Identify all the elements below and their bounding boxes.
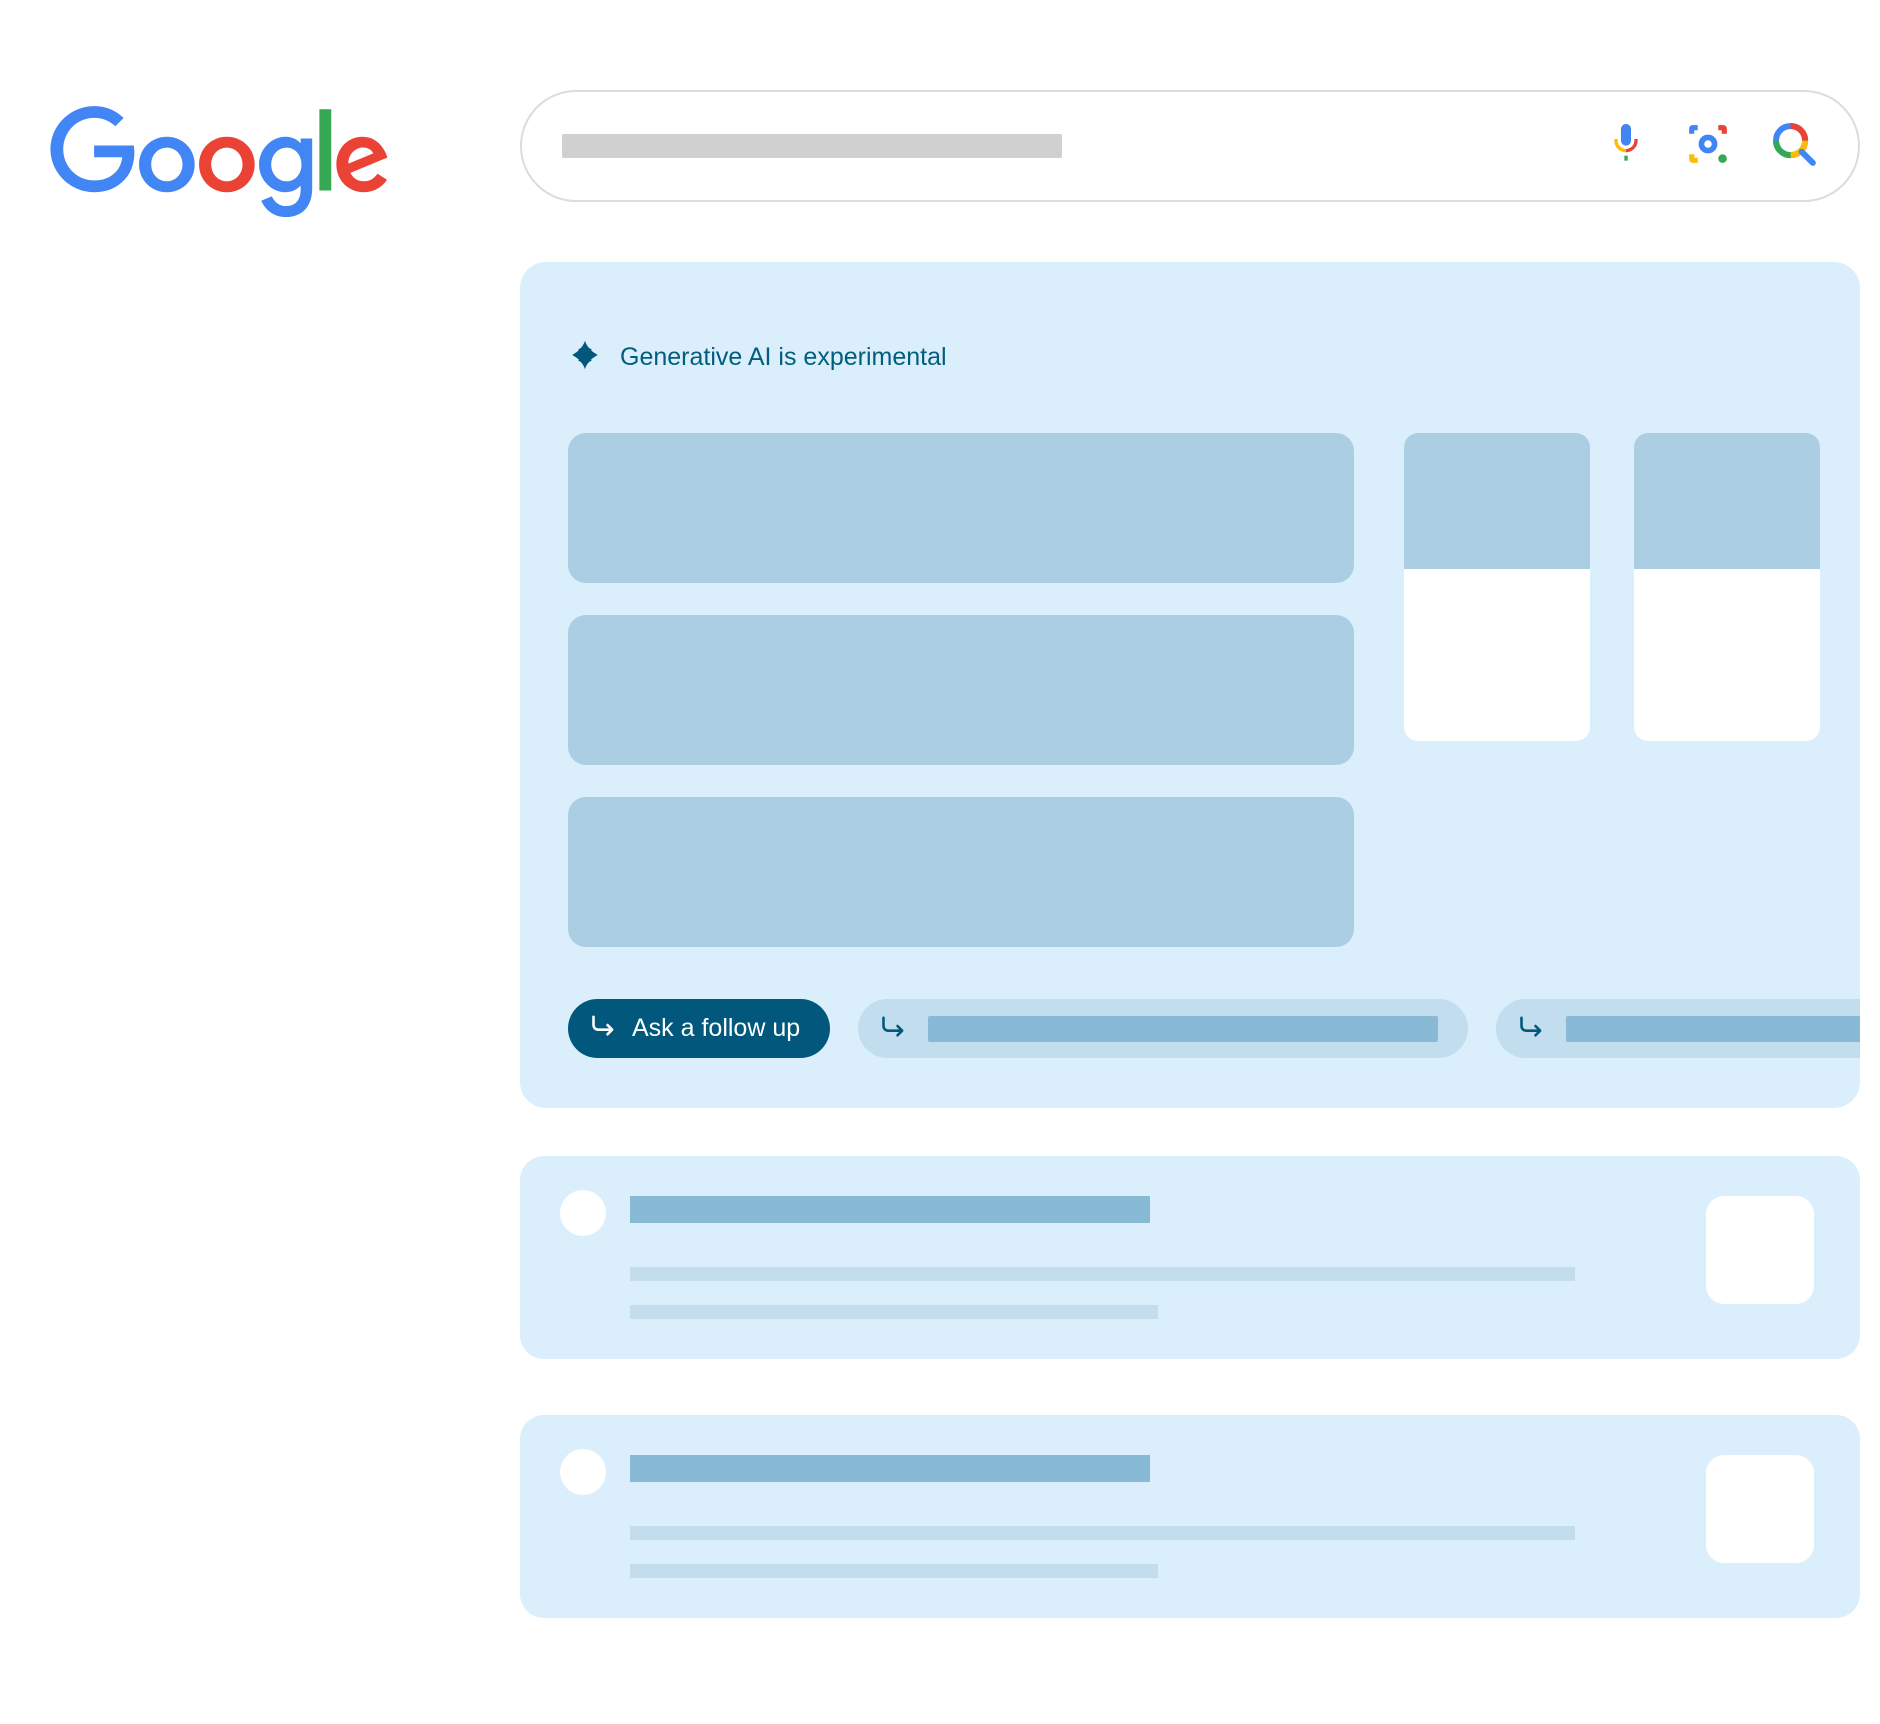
result-thumbnail bbox=[1706, 1196, 1814, 1304]
ai-text-block bbox=[568, 615, 1354, 765]
result-snippet-line bbox=[630, 1564, 1158, 1578]
search-result[interactable] bbox=[520, 1415, 1860, 1618]
ai-badge-label: Generative AI is experimental bbox=[620, 343, 947, 372]
ask-followup-button[interactable]: Ask a follow up bbox=[568, 999, 830, 1058]
followup-suggestion-chip[interactable] bbox=[858, 999, 1468, 1058]
result-favicon bbox=[560, 1449, 606, 1495]
result-title[interactable] bbox=[630, 1455, 1150, 1482]
ai-card-thumbnail bbox=[1634, 433, 1820, 569]
search-icon[interactable] bbox=[1770, 120, 1818, 173]
result-snippet-line bbox=[630, 1526, 1575, 1540]
ai-source-card[interactable] bbox=[1404, 433, 1590, 741]
reply-arrow-icon bbox=[1518, 1014, 1546, 1043]
search-result[interactable] bbox=[520, 1156, 1860, 1359]
followup-row: Ask a follow up bbox=[568, 999, 1860, 1058]
ai-source-card[interactable] bbox=[1634, 433, 1820, 741]
search-input[interactable] bbox=[562, 134, 1062, 158]
ai-text-block bbox=[568, 433, 1354, 583]
sparkle-icon bbox=[568, 338, 602, 377]
reply-arrow-icon bbox=[880, 1014, 908, 1043]
reply-arrow-icon bbox=[590, 1013, 618, 1044]
ai-badge: Generative AI is experimental bbox=[568, 338, 1860, 377]
mic-icon[interactable] bbox=[1606, 120, 1646, 173]
result-snippet-line bbox=[630, 1305, 1158, 1319]
result-title[interactable] bbox=[630, 1196, 1150, 1223]
suggestion-placeholder bbox=[928, 1016, 1438, 1042]
google-logo[interactable] bbox=[50, 105, 390, 226]
search-bar[interactable] bbox=[520, 90, 1860, 202]
ask-followup-label: Ask a follow up bbox=[632, 1014, 800, 1043]
followup-suggestion-chip[interactable] bbox=[1496, 999, 1860, 1058]
ai-overview-panel: Generative AI is experimental bbox=[520, 262, 1860, 1108]
ai-text-block bbox=[568, 797, 1354, 947]
ai-source-cards bbox=[1404, 433, 1820, 947]
lens-icon[interactable] bbox=[1684, 120, 1732, 173]
result-thumbnail bbox=[1706, 1455, 1814, 1563]
result-favicon bbox=[560, 1190, 606, 1236]
ai-card-thumbnail bbox=[1404, 433, 1590, 569]
result-snippet-line bbox=[630, 1267, 1575, 1281]
suggestion-placeholder bbox=[1566, 1016, 1860, 1042]
ai-summary-blocks bbox=[568, 433, 1354, 947]
